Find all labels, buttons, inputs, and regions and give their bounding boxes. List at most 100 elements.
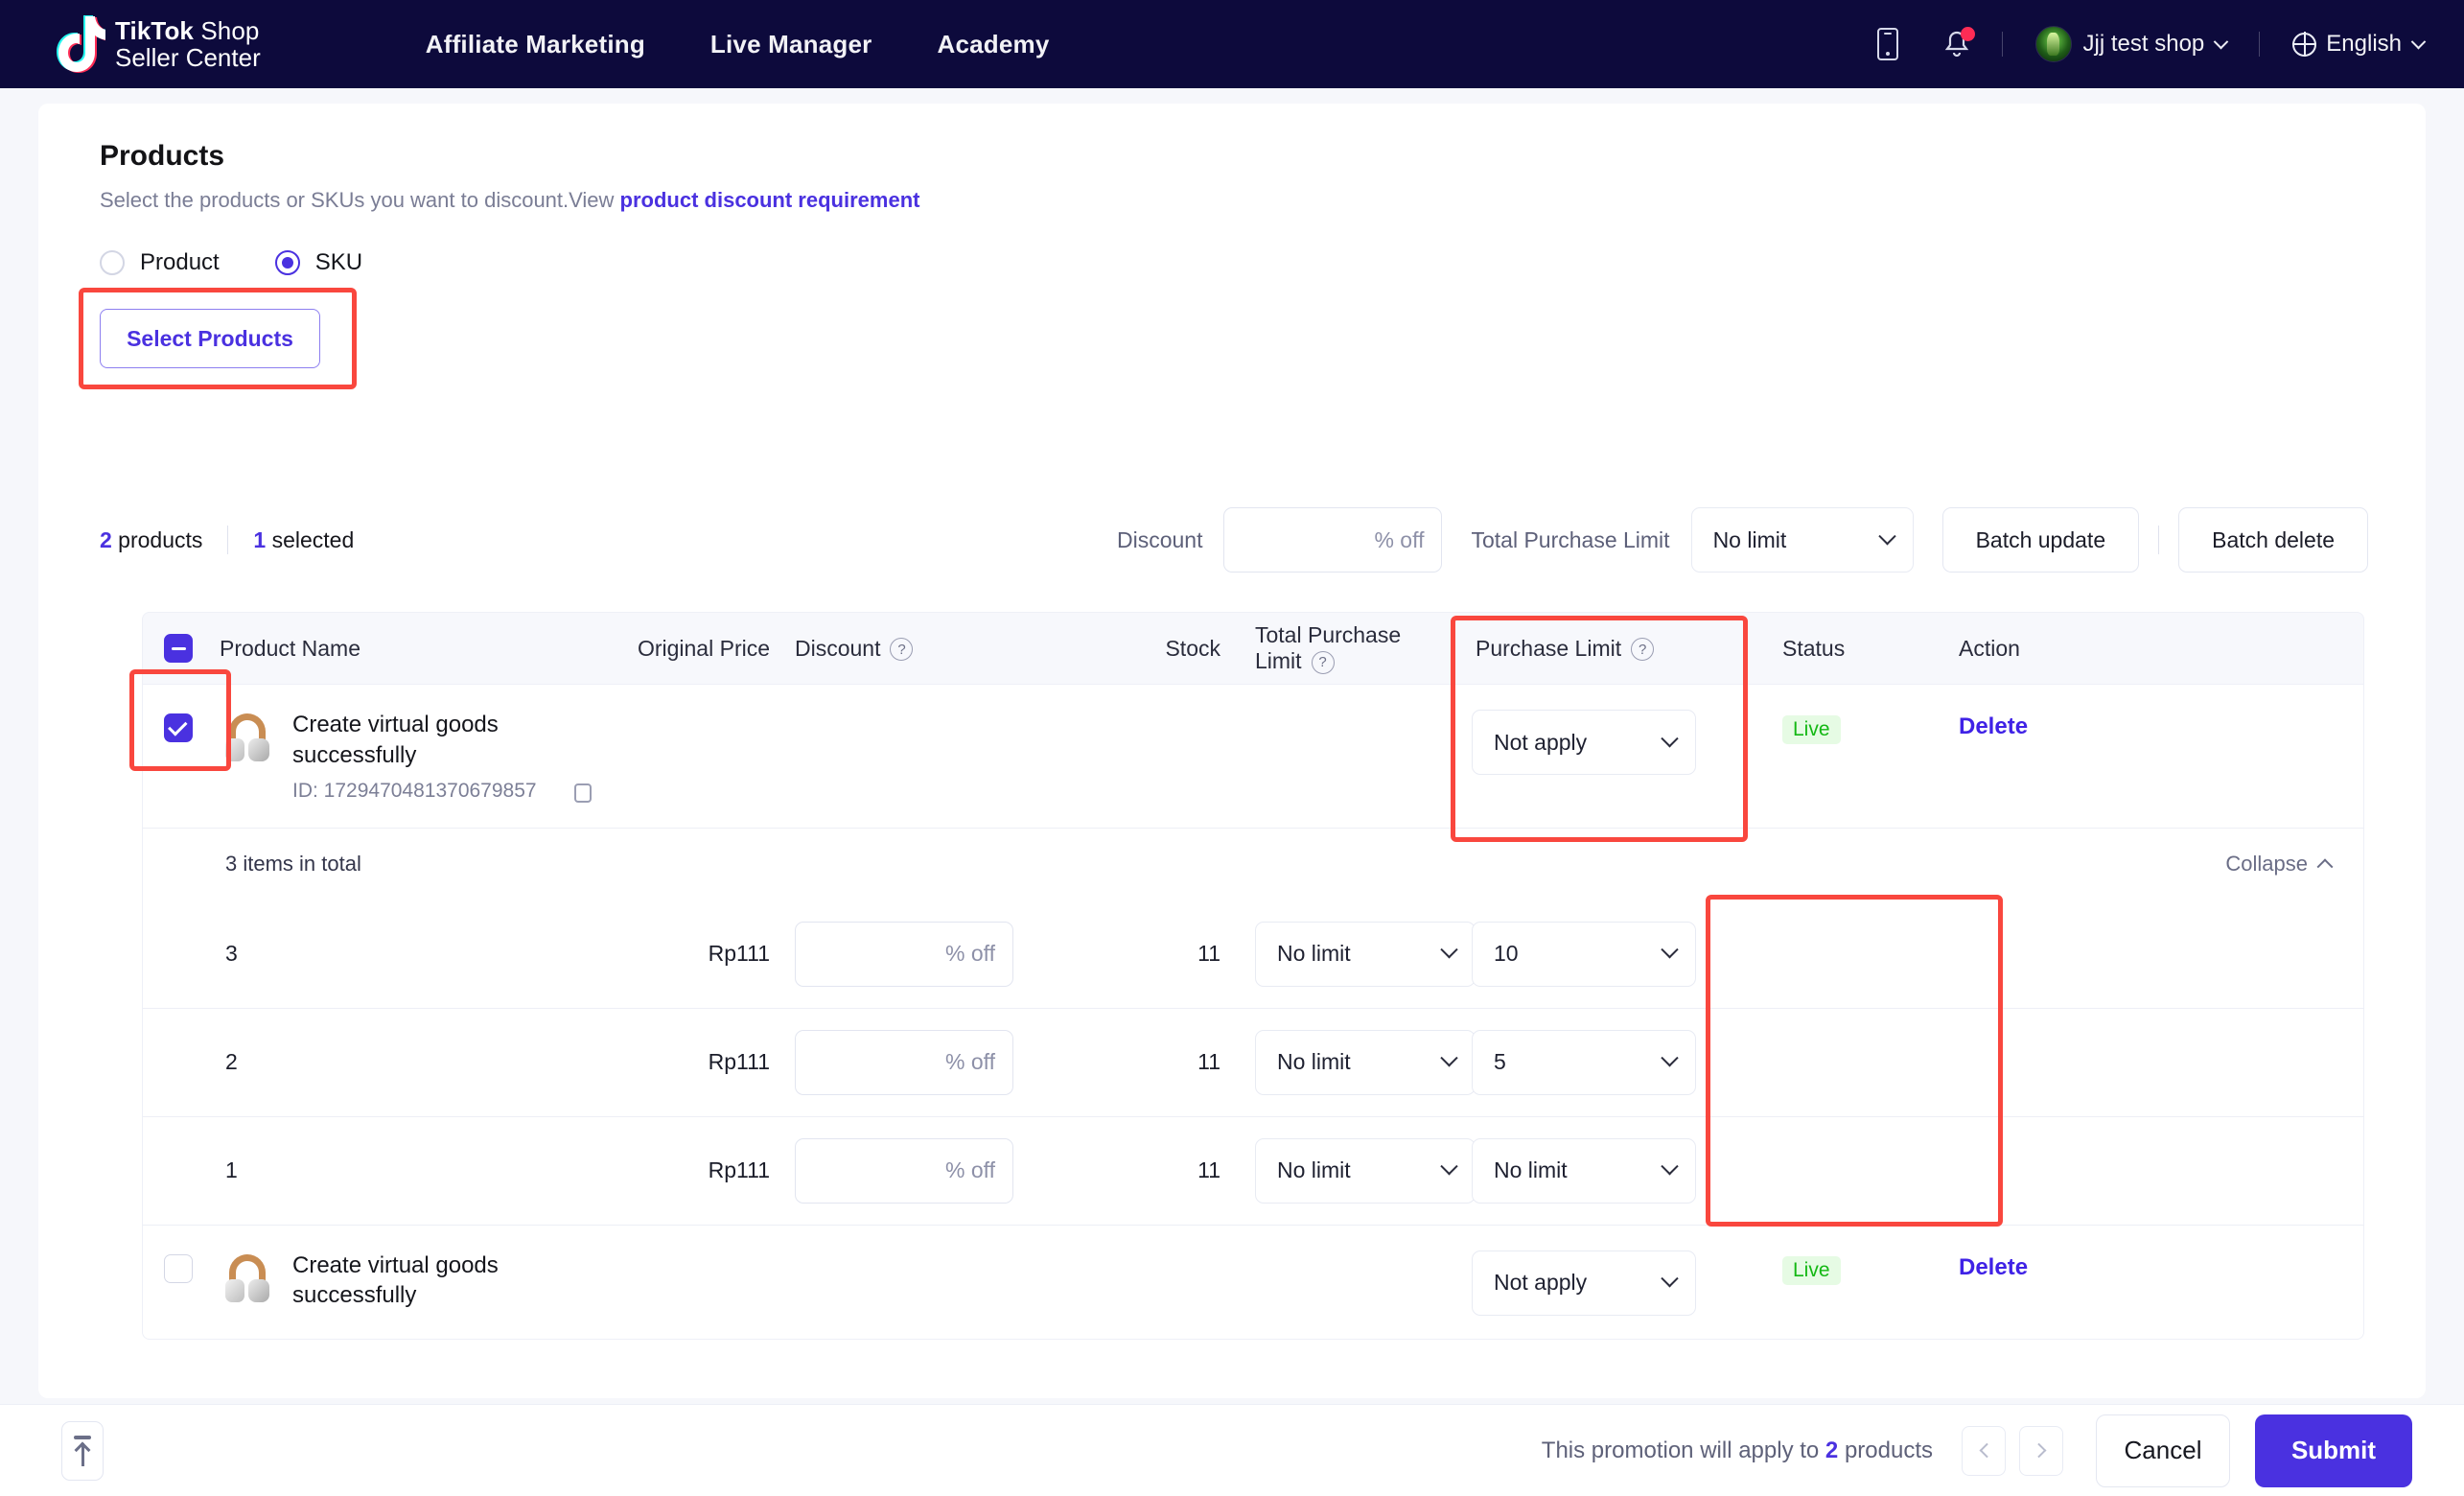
page-title: Products xyxy=(100,140,225,172)
product-purchase-limit-cell: Not apply xyxy=(1451,1250,1729,1316)
submit-button[interactable]: Submit xyxy=(2255,1414,2412,1487)
collapse-skus-button[interactable]: Collapse xyxy=(2225,852,2334,877)
page-body: Products Select the products or SKUs you… xyxy=(0,88,2464,1496)
status-badge: Live xyxy=(1782,1255,1841,1285)
chevron-down-icon xyxy=(2410,34,2427,49)
nav-divider-1 xyxy=(2001,32,2003,57)
header-action: Action xyxy=(1959,635,2020,661)
purchase-limit-help-icon[interactable]: ? xyxy=(1631,638,1655,662)
nav-item-live-manager[interactable]: Live Manager xyxy=(710,30,872,59)
radio-option-sku[interactable]: SKU xyxy=(274,249,362,276)
select-all-checkbox[interactable] xyxy=(164,634,193,663)
nav-item-academy[interactable]: Academy xyxy=(937,30,1049,59)
row-select-cell xyxy=(143,1251,204,1283)
discount-help-icon[interactable]: ? xyxy=(890,638,914,662)
subtitle-text: Select the products or SKUs you want to … xyxy=(100,188,620,212)
product-counts: 2 products 1 selected xyxy=(100,526,354,554)
chevron-down-icon xyxy=(1877,526,1896,545)
language-label: English xyxy=(2326,31,2402,57)
product-name: Create virtual goods successfully xyxy=(292,1251,499,1309)
notification-badge-dot xyxy=(1960,27,1975,41)
sku-stock: 11 xyxy=(1197,1049,1220,1075)
sku-total-purchase-limit-cell: No limit xyxy=(1220,1137,1476,1204)
radio-circle-product xyxy=(100,250,125,275)
product-purchase-limit-select[interactable]: Not apply xyxy=(1472,1250,1696,1316)
radio-circle-sku xyxy=(274,250,300,275)
notifications-button[interactable] xyxy=(1944,27,1975,58)
logo-tiktok-text: TikTok xyxy=(115,15,194,45)
sku-rows: 3 Rp111 % off 11 No limit 10 2 Rp111 % o… xyxy=(142,894,2364,1227)
batch-update-button[interactable]: Batch update xyxy=(1941,507,2140,573)
scroll-to-top-button[interactable] xyxy=(61,1420,104,1481)
sku-discount-input[interactable]: % off xyxy=(795,1029,1013,1095)
sku-stock: 11 xyxy=(1197,941,1220,967)
chevron-down-icon xyxy=(2214,34,2229,49)
logo-seller-center-text: Seller Center xyxy=(115,43,261,72)
mobile-app-icon[interactable] xyxy=(1876,28,1898,60)
shop-avatar xyxy=(2034,26,2072,62)
sku-purchase-limit-select[interactable]: 10 xyxy=(1472,921,1696,987)
select-products-button[interactable]: Select Products xyxy=(100,309,320,368)
radio-option-product[interactable]: Product xyxy=(100,249,220,276)
language-switcher[interactable]: English xyxy=(2292,31,2431,58)
chevron-up-icon xyxy=(2316,858,2334,876)
copy-icon[interactable] xyxy=(570,780,592,804)
tiktok-shop-logo[interactable]: TikTok Shop Seller Center xyxy=(56,14,261,74)
batch-discount-input[interactable]: % off xyxy=(1223,507,1443,573)
delete-product-link[interactable]: Delete xyxy=(1959,1254,2028,1280)
product-purchase-limit-select[interactable]: Not apply xyxy=(1472,710,1696,775)
sku-purchase-limit-select[interactable]: 5 xyxy=(1472,1029,1696,1095)
product-thumbnail xyxy=(220,710,275,765)
sku-discount-input[interactable]: % off xyxy=(795,921,1013,987)
toolbar-divider xyxy=(2158,526,2160,554)
bulk-actions-toolbar: 2 products 1 selected Discount % off Tot… xyxy=(100,504,2368,575)
batch-total-purchase-limit-select[interactable]: No limit xyxy=(1690,507,1914,573)
total-purchase-limit-help-icon[interactable]: ? xyxy=(1311,650,1335,674)
row-select-cell xyxy=(143,710,204,742)
batch-discount-suffix: % off xyxy=(1374,526,1425,552)
nav-item-affiliate-marketing[interactable]: Affiliate Marketing xyxy=(426,30,645,59)
delete-product-link[interactable]: Delete xyxy=(1959,713,2028,739)
product-action-cell: Delete xyxy=(1949,1251,2093,1281)
product-action-cell: Delete xyxy=(1949,710,2093,740)
sku-total-purchase-limit-select[interactable]: No limit xyxy=(1255,1029,1476,1095)
chevron-down-icon xyxy=(1661,1049,1679,1067)
nav-divider-2 xyxy=(2259,32,2261,57)
sku-number: 2 xyxy=(225,1049,238,1075)
top-navigation-bar: TikTok Shop Seller Center Affiliate Mark… xyxy=(0,0,2464,88)
sku-discount-suffix: % off xyxy=(945,941,995,967)
shop-switcher[interactable]: Jjj test shop xyxy=(2034,26,2229,62)
product-discount-requirement-link[interactable]: product discount requirement xyxy=(620,188,920,212)
product-status-cell: Live xyxy=(1729,710,1949,744)
sku-total-purchase-limit-select[interactable]: No limit xyxy=(1255,921,1476,987)
product-count: 2 products xyxy=(100,526,203,552)
status-badge: Live xyxy=(1782,715,1841,744)
pagination-next-button[interactable] xyxy=(2019,1425,2063,1476)
total-purchase-limit-label: Total Purchase Limit xyxy=(1471,526,1670,552)
products-table: Product Name Original Price Discount? St… xyxy=(129,612,2364,1340)
sku-discount-input[interactable]: % off xyxy=(795,1137,1013,1204)
product-name: Create virtual goods successfully xyxy=(292,712,499,768)
chevron-down-icon xyxy=(1661,1270,1679,1288)
sku-original-price: Rp111 xyxy=(708,1157,770,1183)
sku-number: 1 xyxy=(225,1157,238,1183)
sku-total-purchase-limit-select[interactable]: No limit xyxy=(1255,1137,1476,1204)
collapse-label: Collapse xyxy=(2225,852,2308,877)
row-checkbox[interactable] xyxy=(164,713,193,742)
pagination-prev-button[interactable] xyxy=(1962,1425,2006,1476)
product-type-radio-group: Product SKU xyxy=(100,249,2426,276)
radio-label-product: Product xyxy=(140,249,220,275)
row-checkbox[interactable] xyxy=(164,1253,193,1283)
sku-original-price: Rp111 xyxy=(708,1049,770,1075)
cancel-button[interactable]: Cancel xyxy=(2096,1414,2230,1487)
header-stock: Stock xyxy=(1165,635,1220,661)
sku-row: 2 Rp111 % off 11 No limit 5 xyxy=(142,1007,2364,1116)
logo-shop-text: Shop xyxy=(194,15,260,45)
batch-delete-button[interactable]: Batch delete xyxy=(2178,507,2368,573)
sku-purchase-limit-select[interactable]: No limit xyxy=(1472,1137,1696,1204)
nav-right-controls: Jjj test shop English xyxy=(1876,0,2431,88)
tiktok-note-icon xyxy=(56,14,111,74)
promotion-summary: This promotion will apply to 2 products xyxy=(1541,1437,1933,1463)
page-footer: This promotion will apply to 2 products … xyxy=(0,1404,2464,1496)
sku-discount-cell: % off xyxy=(770,1137,1029,1204)
